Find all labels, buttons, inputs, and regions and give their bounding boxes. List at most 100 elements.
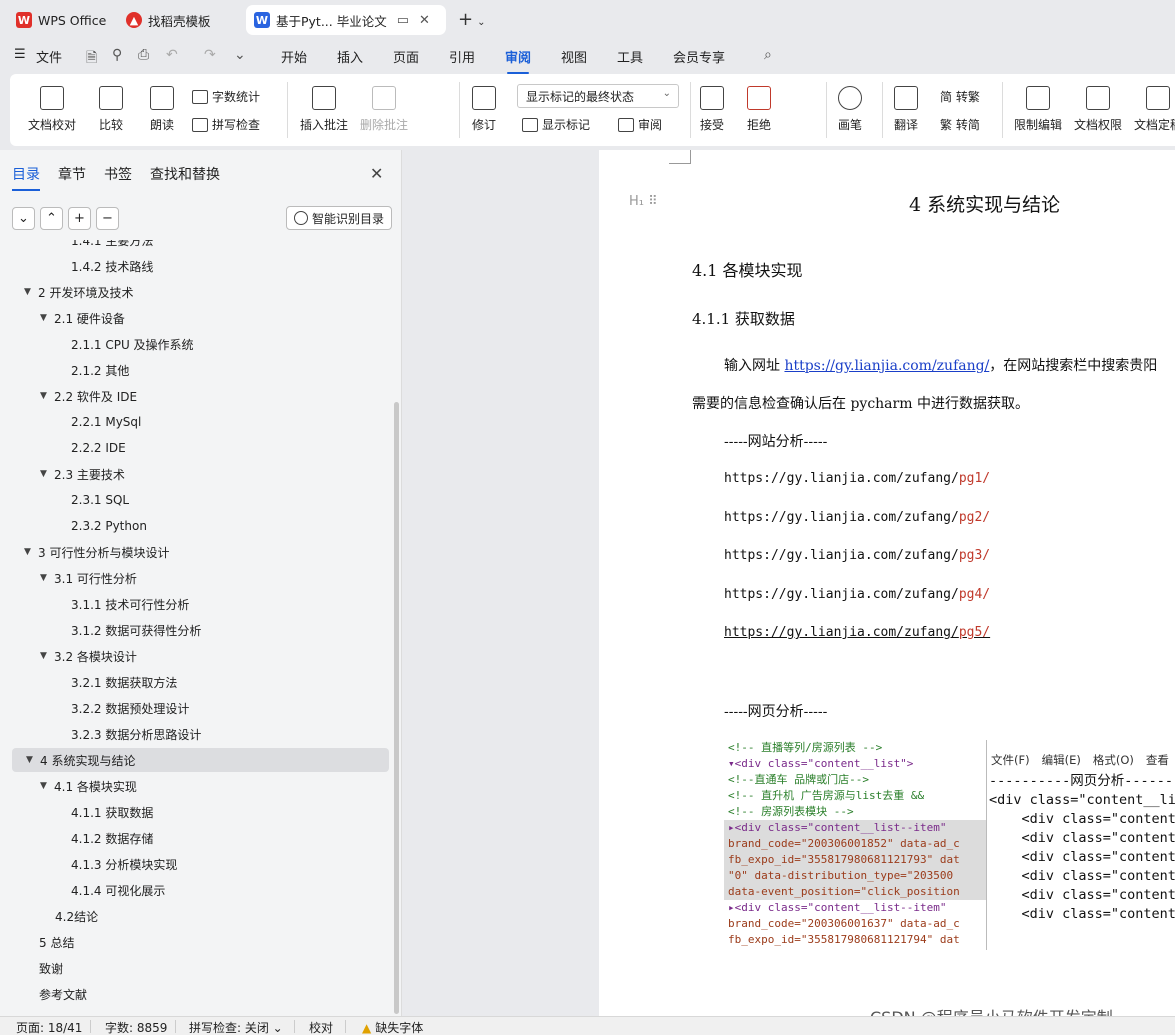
close-tab-icon[interactable]: ✕ [419,13,430,28]
new-tab-button[interactable]: + ⌄ [458,9,485,30]
doc-finalize-button[interactable]: 文档定稿 [1134,86,1175,133]
url-line[interactable]: https://gy.lianjia.com/zufang/pg1/ [724,471,990,486]
nav-scrollbar[interactable] [394,402,399,1014]
toc-item[interactable]: 2.3.2 Python [71,514,147,538]
translate-button[interactable]: 翻译 [894,86,918,133]
menu-home[interactable]: 开始 [281,47,307,66]
menu-view[interactable]: 视图 [561,47,587,66]
print-preview-icon[interactable]: ⎙ [138,47,149,63]
proofread-button[interactable]: 文档校对 [28,86,76,133]
expand-arrow-icon[interactable]: ▼ [40,469,54,479]
lianjia-link[interactable]: https://gy.lianjia.com/zufang/ [784,358,989,374]
toc-item[interactable]: 5 总结 [39,930,74,954]
toc-item[interactable]: ▼ 4.1 各模块实现 [40,774,137,798]
tab-wps-office[interactable]: W WPS Office [8,5,114,35]
tab-document[interactable]: W 基于Pyt... 毕业论文 ▭ ✕ [246,5,446,35]
heading-1[interactable]: 4 系统实现与结论 [909,190,1060,217]
toc-item[interactable]: 参考文献 [39,982,87,1006]
proof-indicator[interactable]: 校对 [309,1019,333,1035]
expand-arrow-icon[interactable]: ▼ [40,391,54,401]
redo-icon[interactable]: ↷ [204,47,216,63]
spell-check-indicator[interactable]: 拼写检查: 关闭 ⌄ [189,1019,283,1035]
doc-permission-button[interactable]: 文档权限 [1074,86,1122,133]
revise-button[interactable]: 修订 [472,86,496,133]
toc-item[interactable]: ▼ 4 系统实现与结论 [12,748,389,772]
expand-arrow-icon[interactable]: ▼ [40,573,54,583]
insert-comment-button[interactable]: 插入批注 [300,86,348,133]
menu-reference[interactable]: 引用 [449,47,475,66]
link-icon[interactable]: ⚲ [112,47,122,63]
expand-arrow-icon[interactable]: ▼ [40,313,54,323]
to-traditional-button[interactable]: 简 转繁 [940,88,980,105]
notepad-menu-item[interactable]: 文件(F) [991,753,1030,767]
notepad-menu-item[interactable]: 查看 [1146,753,1169,767]
toc-item[interactable]: ▼ 2 开发环境及技术 [24,280,133,304]
toc-item[interactable]: ▼ 2.2 软件及 IDE [40,384,137,408]
hamburger-icon[interactable]: ☰ [14,47,26,62]
toc-item[interactable]: 3.2.3 数据分析思路设计 [71,722,201,746]
nav-tab-chapters[interactable]: 章节 [58,164,86,184]
toc-item[interactable]: 3.2.1 数据获取方法 [71,670,177,694]
toc-item[interactable]: 1.4.1 主要方法 [71,240,153,252]
search-icon[interactable]: ⌕ [764,47,772,63]
read-aloud-button[interactable]: 朗读 [150,86,174,133]
url-line[interactable]: https://gy.lianjia.com/zufang/pg2/ [724,510,990,525]
compare-button[interactable]: 比较 [99,86,123,133]
menu-insert[interactable]: 插入 [337,47,363,66]
toc-item[interactable]: ▼ 3.2 各模块设计 [40,644,137,668]
menu-review[interactable]: 审阅 [505,47,531,74]
url-line[interactable]: https://gy.lianjia.com/zufang/pg3/ [724,548,990,563]
expand-arrow-icon[interactable]: ▼ [26,755,40,765]
to-simplified-button[interactable]: 繁 转简 [940,116,980,133]
nav-tab-toc[interactable]: 目录 [12,164,40,191]
site-analysis-label[interactable]: -----网站分析----- [724,431,827,451]
toc-item[interactable]: 致谢 [39,956,63,980]
menu-page[interactable]: 页面 [393,47,419,66]
review-pane-button[interactable]: 审阅 [618,116,662,133]
toc-item[interactable]: 4.1.4 可视化展示 [71,878,165,902]
spell-check-button[interactable]: 拼写检查 [192,116,260,133]
delete-comment-button[interactable]: 删除批注 [360,86,408,133]
url-line[interactable]: https://gy.lianjia.com/zufang/pg4/ [724,587,990,602]
markup-display-select[interactable]: 显示标记的最终状态 ⌄ [517,84,679,108]
missing-font-indicator[interactable]: ▲ 缺失字体 [362,1019,423,1035]
toc-item[interactable]: 3.1.2 数据可获得性分析 [71,618,201,642]
notepad-menu-item[interactable]: 格式(O) [1093,753,1134,767]
toc-item[interactable]: ▼ 2.1 硬件设备 [40,306,125,330]
toc-item[interactable]: 4.1.1 获取数据 [71,800,153,824]
toc-item[interactable]: 4.2结论 [55,904,98,928]
toc-item[interactable]: 2.2.2 IDE [71,436,126,460]
page-indicator[interactable]: 页面: 18/41 [16,1019,82,1035]
toc-item[interactable]: 2.2.1 MySql [71,410,141,434]
url-line[interactable]: https://gy.lianjia.com/zufang/pg5/ [724,625,990,640]
heading-drag-handle-icon[interactable]: H₁ ⠿ [629,194,658,209]
toc-item[interactable]: 3.2.2 数据预处理设计 [71,696,189,720]
paragraph-check[interactable]: 需要的信息检查确认后在 pycharm 中进行数据获取。 [692,393,1029,413]
expand-arrow-icon[interactable]: ▼ [40,781,54,791]
word-count-indicator[interactable]: 字数: 8859 [105,1019,167,1035]
restrict-edit-button[interactable]: 限制编辑 [1014,86,1062,133]
expand-arrow-icon[interactable]: ▼ [24,287,38,297]
toc-item[interactable]: 4.1.2 数据存储 [71,826,153,850]
tab-docer[interactable]: ▲ 找稻壳模板 [118,5,219,35]
notepad-menu-item[interactable]: 编辑(E) [1042,753,1081,767]
toc-item[interactable]: 2.1.2 其他 [71,358,129,382]
menu-member[interactable]: 会员专享 [673,47,725,66]
toc-item[interactable]: 2.3.1 SQL [71,488,129,512]
toc-item[interactable]: 3.1.1 技术可行性分析 [71,592,189,616]
page-analysis-label[interactable]: -----网页分析----- [724,701,827,721]
nav-tab-find-replace[interactable]: 查找和替换 [150,164,220,184]
restore-icon[interactable]: ▭ [397,13,409,28]
remove-level-icon[interactable]: − [96,207,119,230]
nav-tab-bookmarks[interactable]: 书签 [104,164,132,184]
show-markup-button[interactable]: 显示标记 [522,116,590,133]
expand-arrow-icon[interactable]: ▼ [24,547,38,557]
reject-button[interactable]: 拒绝 [747,86,771,133]
ink-button[interactable]: 画笔 [838,86,862,133]
heading-2[interactable]: 4.1 各模块实现 [692,257,803,281]
accept-button[interactable]: 接受 [700,86,724,133]
save-icon[interactable]: 🗎 [86,47,97,71]
toc-item[interactable]: 1.4.2 技术路线 [71,254,153,278]
toc-item[interactable]: ▼ 2.3 主要技术 [40,462,125,486]
undo-icon[interactable]: ↶ [166,47,178,63]
